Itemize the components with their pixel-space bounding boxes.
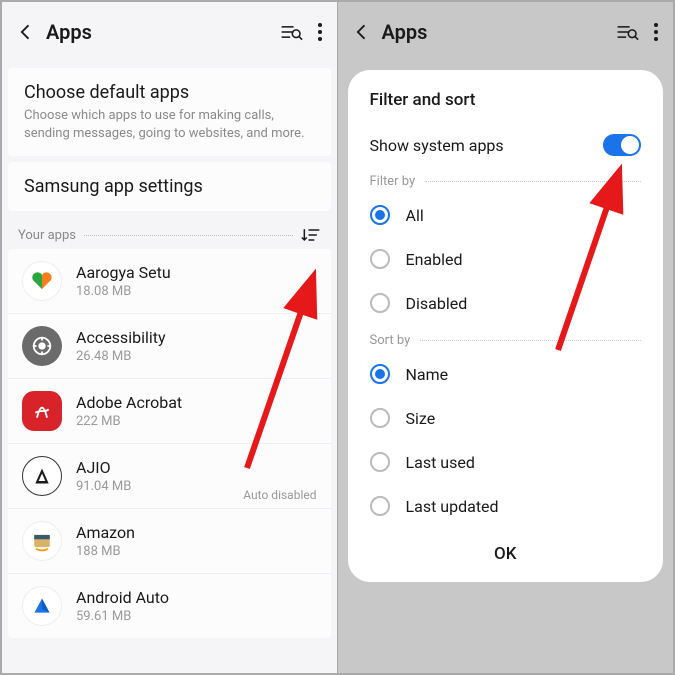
app-size: 59.61 MB [76, 609, 317, 624]
page-title: Apps [46, 20, 279, 44]
more-icon[interactable] [317, 22, 323, 42]
app-name: Accessibility [76, 328, 317, 347]
sort-by-label: Sort by [348, 325, 664, 352]
your-apps-section: Your apps [2, 217, 337, 249]
choose-default-apps-card[interactable]: Choose default apps Choose which apps to… [8, 68, 331, 156]
app-status: Auto disabled [243, 488, 316, 502]
page-title: Apps [382, 20, 616, 44]
app-name: Aarogya Setu [76, 263, 317, 282]
filter-sort-screen: Apps Filter and sort Show system apps Fi… [338, 2, 674, 673]
back-icon[interactable] [16, 22, 36, 42]
card-title: Samsung app settings [24, 176, 315, 197]
filter-option-all[interactable]: All [348, 193, 664, 237]
app-row-accessibility[interactable]: Accessibility 26.48 MB [8, 313, 331, 378]
sort-option-size[interactable]: Size [348, 396, 664, 440]
app-row-acrobat[interactable]: Adobe Acrobat 222 MB [8, 378, 331, 443]
app-name: AJIO [76, 458, 317, 477]
app-icon [22, 456, 62, 496]
card-title: Choose default apps [24, 82, 315, 103]
app-size: 222 MB [76, 414, 317, 429]
app-row-amazon[interactable]: Amazon 188 MB [8, 508, 331, 573]
radio-icon [370, 408, 390, 428]
header: Apps [338, 2, 674, 62]
radio-label: Name [406, 365, 449, 384]
show-system-apps-toggle[interactable] [603, 134, 641, 156]
radio-label: Disabled [406, 294, 468, 313]
back-icon[interactable] [352, 22, 372, 42]
app-row-aarogya[interactable]: Aarogya Setu 18.08 MB [8, 249, 331, 313]
app-icon [22, 586, 62, 626]
radio-label: Last updated [406, 497, 499, 516]
sort-icon[interactable] [301, 227, 321, 243]
app-icon [22, 521, 62, 561]
radio-icon [370, 452, 390, 472]
app-size: 26.48 MB [76, 349, 317, 364]
filter-option-enabled[interactable]: Enabled [348, 237, 664, 281]
radio-label: All [406, 206, 424, 225]
radio-icon [370, 205, 390, 225]
radio-icon [370, 496, 390, 516]
sort-option-last-used[interactable]: Last used [348, 440, 664, 484]
radio-icon [370, 249, 390, 269]
apps-list-screen: Apps Choose default apps Choose which ap… [2, 2, 338, 673]
filter-option-disabled[interactable]: Disabled [348, 281, 664, 325]
app-row-ajio[interactable]: AJIO 91.04 MB Auto disabled [8, 443, 331, 508]
app-row-android-auto[interactable]: Android Auto 59.61 MB [8, 573, 331, 638]
filter-sort-dialog: Filter and sort Show system apps Filter … [348, 70, 664, 582]
samsung-app-settings-card[interactable]: Samsung app settings [8, 162, 331, 211]
ok-button[interactable]: OK [348, 528, 664, 572]
radio-icon [370, 364, 390, 384]
search-settings-icon[interactable] [615, 21, 639, 43]
filter-by-label: Filter by [348, 166, 664, 193]
sort-option-last-updated[interactable]: Last updated [348, 484, 664, 528]
app-name: Adobe Acrobat [76, 393, 317, 412]
app-size: 188 MB [76, 544, 317, 559]
app-size: 18.08 MB [76, 284, 317, 299]
card-subtitle: Choose which apps to use for making call… [24, 107, 315, 142]
radio-icon [370, 293, 390, 313]
toggle-label: Show system apps [370, 136, 504, 155]
app-name: Amazon [76, 523, 317, 542]
header: Apps [2, 2, 337, 62]
app-icon [22, 261, 62, 301]
more-icon[interactable] [653, 22, 659, 42]
sort-option-name[interactable]: Name [348, 352, 664, 396]
radio-label: Size [406, 409, 436, 428]
app-icon [22, 326, 62, 366]
show-system-apps-row[interactable]: Show system apps [348, 124, 664, 166]
app-name: Android Auto [76, 588, 317, 607]
dialog-title: Filter and sort [348, 90, 664, 124]
radio-label: Enabled [406, 250, 463, 269]
search-settings-icon[interactable] [279, 21, 303, 43]
section-label: Your apps [18, 228, 76, 243]
radio-label: Last used [406, 453, 475, 472]
app-icon [22, 391, 62, 431]
app-list: Aarogya Setu 18.08 MB Accessibility 26.4… [8, 249, 331, 638]
